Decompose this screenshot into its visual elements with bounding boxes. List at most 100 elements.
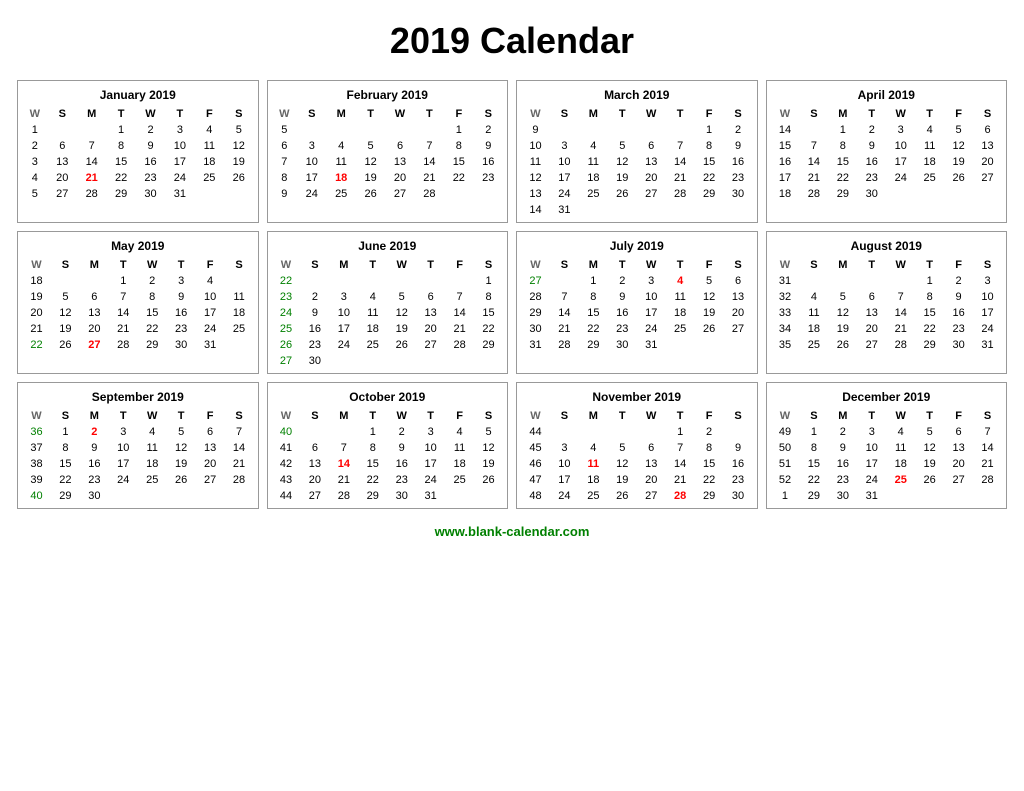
website-link[interactable]: www.blank-calendar.com (435, 524, 590, 539)
calendar-day (77, 122, 106, 138)
day-header: S (225, 408, 254, 424)
day-header: F (695, 106, 724, 122)
calendar-day: 12 (474, 440, 503, 456)
week-number: 18 (771, 186, 800, 202)
calendar-day: 31 (165, 186, 194, 202)
calendar-day: 17 (550, 472, 579, 488)
day-header: W (272, 257, 301, 273)
calendar-day: 25 (579, 186, 608, 202)
week-number: 46 (521, 456, 550, 472)
calendar-day: 27 (416, 337, 445, 353)
calendar-day: 7 (550, 289, 579, 305)
week-number: 5 (22, 186, 48, 202)
calendar-day: 2 (828, 424, 857, 440)
calendar-day: 30 (944, 337, 973, 353)
calendar-day: 5 (387, 289, 416, 305)
month-title-4: April 2019 (771, 85, 1003, 106)
week-number: 42 (272, 456, 301, 472)
calendar-day (579, 424, 608, 440)
calendar-day: 26 (387, 337, 416, 353)
calendar-day: 15 (579, 305, 608, 321)
calendar-day: 7 (666, 138, 695, 154)
calendar-day: 26 (944, 170, 973, 186)
calendar-day: 18 (886, 456, 915, 472)
calendar-day: 22 (695, 472, 724, 488)
calendar-day: 4 (886, 424, 915, 440)
calendar-day: 19 (695, 305, 724, 321)
calendar-day: 19 (944, 154, 973, 170)
month-block-4: April 2019WSMTWTFS1412345615789101112131… (766, 80, 1008, 223)
calendar-day (579, 202, 608, 218)
day-header: T (857, 257, 886, 273)
calendar-day: 20 (196, 456, 225, 472)
calendar-day: 21 (550, 321, 579, 337)
calendar-day: 7 (225, 424, 254, 440)
month-title-9: September 2019 (22, 387, 254, 408)
calendar-day: 25 (195, 170, 224, 186)
calendar-day: 26 (356, 186, 385, 202)
day-header: W (22, 106, 48, 122)
calendar-day: 4 (138, 424, 167, 440)
calendar-day: 11 (579, 456, 608, 472)
week-number: 39 (22, 472, 51, 488)
week-number: 33 (771, 305, 800, 321)
calendar-day: 1 (444, 122, 473, 138)
calendar-day: 17 (550, 170, 579, 186)
calendar-day: 16 (828, 456, 857, 472)
month-block-1: January 2019WSMTWTFS11234526789101112313… (17, 80, 259, 223)
calendar-day: 20 (80, 321, 109, 337)
calendar-day (225, 488, 254, 504)
day-header: T (106, 106, 135, 122)
calendar-day: 1 (799, 424, 828, 440)
calendar-day: 1 (695, 122, 724, 138)
calendar-day: 12 (915, 440, 944, 456)
day-header: T (915, 408, 944, 424)
month-title-11: November 2019 (521, 387, 753, 408)
week-number: 16 (771, 154, 800, 170)
calendar-day (550, 273, 579, 289)
week-number: 45 (521, 440, 550, 456)
week-number: 5 (272, 122, 298, 138)
calendar-day: 8 (799, 440, 828, 456)
week-number: 31 (771, 273, 800, 289)
day-header: M (828, 257, 857, 273)
calendar-day: 26 (608, 186, 637, 202)
calendar-day: 15 (799, 456, 828, 472)
calendar-day: 28 (666, 186, 695, 202)
calendar-day (724, 424, 753, 440)
calendar-day: 8 (915, 289, 944, 305)
calendar-day: 27 (300, 488, 329, 504)
day-header: T (608, 408, 637, 424)
calendar-day: 27 (724, 321, 753, 337)
calendar-day (973, 488, 1002, 504)
calendar-day: 10 (416, 440, 445, 456)
calendar-day (80, 273, 109, 289)
calendar-day: 29 (915, 337, 944, 353)
calendar-day: 1 (51, 424, 80, 440)
month-block-6: June 2019WSMTWTFS22123234567824910111213… (267, 231, 509, 374)
calendar-day: 23 (724, 170, 753, 186)
month-title-8: August 2019 (771, 236, 1003, 257)
week-number: 27 (521, 273, 550, 289)
calendar-day: 8 (695, 138, 724, 154)
calendar-day: 28 (77, 186, 106, 202)
calendar-day: 14 (666, 456, 695, 472)
calendar-day: 2 (695, 424, 724, 440)
calendar-day: 7 (77, 138, 106, 154)
calendar-day: 17 (973, 305, 1002, 321)
calendar-day: 18 (666, 305, 695, 321)
calendar-day: 17 (857, 456, 886, 472)
calendar-day: 20 (857, 321, 886, 337)
week-number: 48 (521, 488, 550, 504)
week-number: 32 (771, 289, 800, 305)
calendar-day: 13 (80, 305, 109, 321)
calendar-day: 24 (857, 472, 886, 488)
calendar-day: 31 (196, 337, 225, 353)
day-header: F (944, 106, 973, 122)
calendar-day: 3 (167, 273, 196, 289)
month-title-2: February 2019 (272, 85, 504, 106)
calendar-day (799, 122, 828, 138)
calendar-day (138, 488, 167, 504)
week-number: 13 (521, 186, 550, 202)
calendar-day: 29 (51, 488, 80, 504)
